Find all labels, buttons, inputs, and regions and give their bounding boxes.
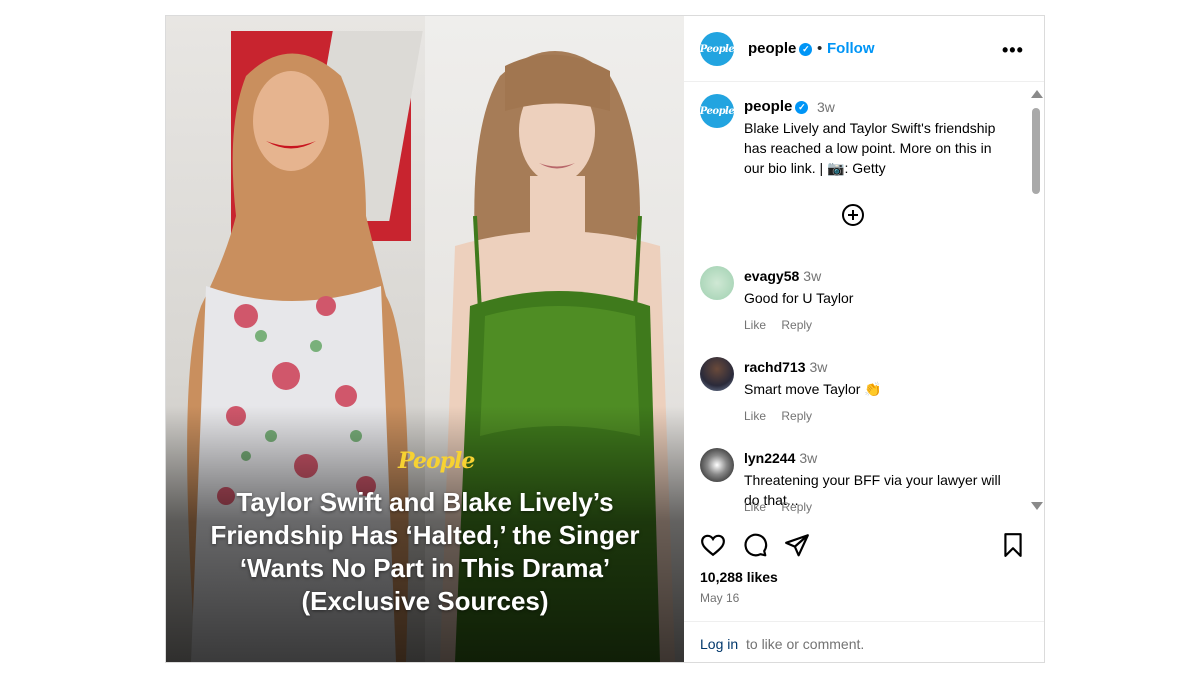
post-header: People people ✓ • Follow ••• — [684, 16, 1044, 82]
comment-timestamp: 3w — [809, 359, 828, 375]
post-date[interactable]: May 16 — [700, 591, 739, 605]
likes-count[interactable]: 10,288 likes — [700, 569, 778, 585]
post-actions-bar — [684, 528, 1044, 562]
comment-actions: Like Reply — [744, 500, 824, 514]
login-prompt-text: to like or comment. — [746, 636, 865, 652]
caption-avatar[interactable]: People — [700, 94, 735, 128]
comment-username[interactable]: evagy58 3w — [744, 268, 821, 284]
heart-icon[interactable] — [700, 532, 726, 558]
comments-section[interactable]: People people ✓ 3w Blake Lively and Taylo… — [684, 82, 1029, 514]
scroll-down-arrow-icon[interactable] — [1031, 502, 1043, 510]
caption-username[interactable]: people ✓ — [744, 98, 809, 115]
scrollbar-thumb[interactable] — [1032, 108, 1040, 194]
comment-timestamp: 3w — [803, 268, 822, 284]
comment-reply-button[interactable]: Reply — [781, 318, 812, 332]
comment-username[interactable]: lyn2244 3w — [744, 450, 817, 466]
post-image[interactable]: People Taylor Swift and Blake Lively’s F… — [166, 16, 684, 662]
post-panel: People people ✓ • Follow ••• People peopl… — [684, 16, 1044, 662]
more-options-icon[interactable]: ••• — [1002, 40, 1024, 61]
account-avatar[interactable]: People — [700, 32, 735, 66]
account-username-text[interactable]: people — [748, 40, 796, 57]
bookmark-icon[interactable] — [1000, 532, 1026, 558]
comment-text: Good for U Taylor — [744, 290, 854, 306]
comment-username-text[interactable]: rachd713 — [744, 359, 805, 375]
verified-icon: ✓ — [799, 42, 813, 56]
follow-button[interactable]: Follow — [827, 40, 875, 57]
instagram-embed: People Taylor Swift and Blake Lively’s F… — [165, 15, 1045, 663]
comment-username-text[interactable]: evagy58 — [744, 268, 799, 284]
comment-icon[interactable] — [742, 532, 768, 558]
comment-item: rachd713 3w Smart move Taylor 👏 Like Repl… — [684, 353, 1029, 443]
comment-item: evagy58 3w Good for U Taylor Like Reply — [684, 262, 1029, 352]
comment-reply-button[interactable]: Reply — [781, 500, 812, 514]
comment-username-text[interactable]: lyn2244 — [744, 450, 795, 466]
comment-text: Smart move Taylor 👏 — [744, 381, 882, 397]
post-headline: Taylor Swift and Blake Lively’s Friendsh… — [210, 487, 640, 616]
login-link[interactable]: Log in — [700, 636, 738, 652]
caption-username-text[interactable]: people — [744, 98, 792, 115]
comment-timestamp: 3w — [799, 450, 818, 466]
login-bar: Log in to like or comment. — [684, 621, 1044, 662]
header-separator: • — [817, 40, 823, 57]
account-username[interactable]: people ✓ — [748, 40, 813, 57]
comment-actions: Like Reply — [744, 409, 824, 423]
commenter-avatar[interactable] — [700, 357, 734, 391]
commenter-avatar[interactable] — [700, 266, 734, 300]
caption-timestamp: 3w — [817, 99, 835, 115]
commenter-avatar[interactable] — [700, 448, 734, 482]
comment-reply-button[interactable]: Reply — [781, 409, 812, 423]
people-brand-logo: People — [398, 448, 475, 474]
comments-scrollbar[interactable] — [1029, 82, 1044, 514]
comment-actions: Like Reply — [744, 318, 824, 332]
comment-item: lyn2244 3w Threatening your BFF via your … — [684, 444, 1029, 514]
share-icon[interactable] — [784, 532, 810, 558]
comment-like-button[interactable]: Like — [744, 500, 766, 514]
add-comment-icon[interactable] — [842, 204, 864, 226]
comment-like-button[interactable]: Like — [744, 318, 766, 332]
caption-text: Blake Lively and Taylor Swift's friendsh… — [744, 120, 996, 176]
comment-username[interactable]: rachd713 3w — [744, 359, 827, 375]
comment-like-button[interactable]: Like — [744, 409, 766, 423]
scroll-up-arrow-icon[interactable] — [1031, 90, 1043, 98]
verified-icon: ✓ — [795, 100, 809, 114]
